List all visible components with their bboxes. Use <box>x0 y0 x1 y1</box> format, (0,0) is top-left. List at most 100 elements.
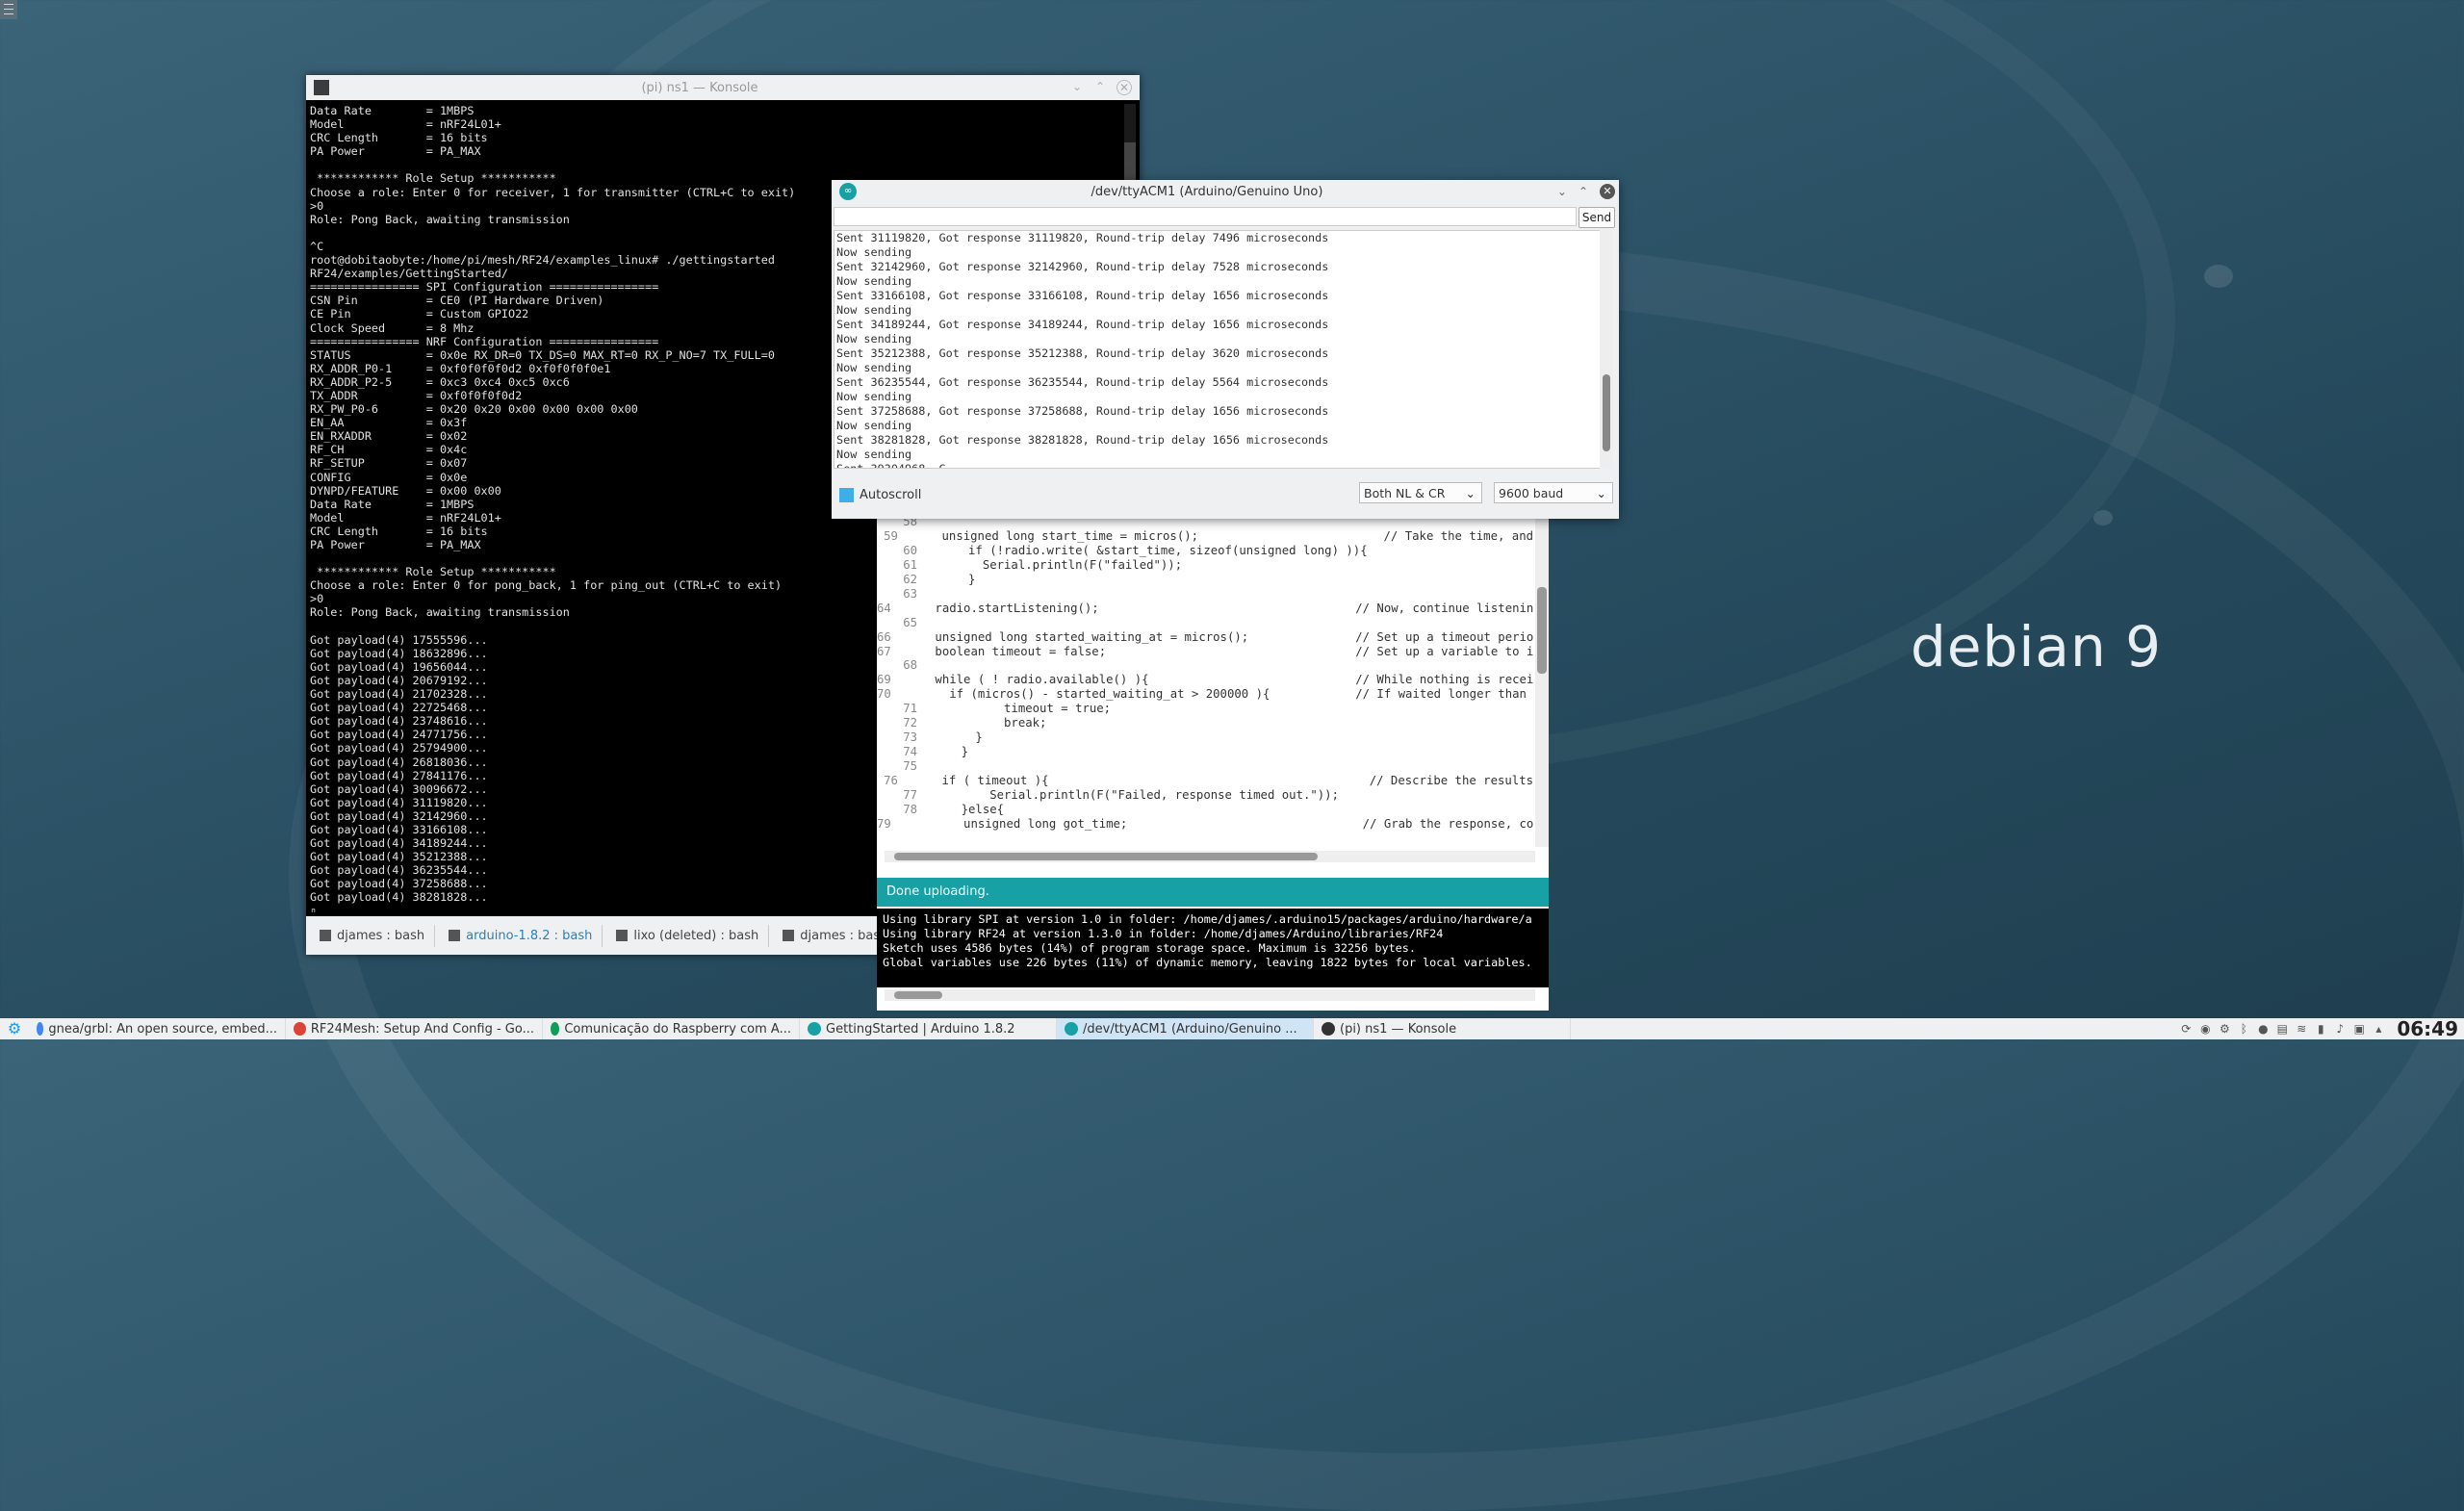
code-text: timeout = true; <box>933 702 1112 716</box>
code-editor[interactable]: 57 Serial.println(F("Now sending"));58 5… <box>877 500 1533 847</box>
code-line: 60 if (!radio.write( &start_time, sizeof… <box>877 544 1533 558</box>
konsole-titlebar[interactable]: (pi) ns1 — Konsole ⌄ ⌃ ✕ <box>306 75 1140 100</box>
taskbar-item-label: gnea/grbl: An open source, embed... <box>48 1021 277 1037</box>
output-line: Sent 36235544, Got response 36235544, Ro… <box>836 375 1329 389</box>
code-line: 77 Serial.println(F("Failed, response ti… <box>877 788 1533 803</box>
output-line: Now sending <box>836 274 912 288</box>
notifications-icon[interactable]: ● <box>2256 1022 2270 1036</box>
output-line: CRC Length = 16 bits <box>310 131 488 145</box>
output-line: Using library RF24 at version 1.3.0 in f… <box>883 927 1444 940</box>
code-line: 63 <box>877 587 1533 602</box>
line-number: 72 <box>903 716 917 730</box>
line-number: 65 <box>903 615 917 629</box>
app-icon <box>808 1022 821 1036</box>
taskbar-item-label: GettingStarted | Arduino 1.8.2 <box>826 1021 1015 1037</box>
settings-icon[interactable]: ⚙ <box>2218 1022 2231 1036</box>
taskbar-window-item[interactable]: gnea/grbl: An open source, embed... <box>29 1018 286 1039</box>
terminal-icon <box>616 930 629 941</box>
serial-send-input[interactable] <box>834 207 1577 226</box>
serial-output[interactable]: Sent 31119820, Got response 31119820, Ro… <box>834 230 1604 469</box>
wifi-icon[interactable]: ≋ <box>2295 1022 2308 1036</box>
chevron-down-icon: ⌄ <box>1465 486 1476 500</box>
output-line: Sent 37258688, Got response 37258688, Ro… <box>836 404 1329 418</box>
battery-icon[interactable]: ▮ <box>2314 1022 2327 1036</box>
line-number: 60 <box>903 543 917 557</box>
code-line: 65 <box>877 616 1533 630</box>
minimize-icon[interactable]: ⌄ <box>1557 185 1567 198</box>
autoscroll-checkbox[interactable] <box>839 488 854 502</box>
output-line: Sent 34189244, Got response 34189244, Ro… <box>836 318 1329 331</box>
serial-output-scrollbar[interactable] <box>1600 230 1613 469</box>
taskbar-window-item[interactable]: RF24Mesh: Setup And Config - Go... <box>286 1018 543 1039</box>
code-text: Serial.println(F("failed")); <box>933 557 1183 572</box>
code-line: 70 if (micros() - started_waiting_at > 2… <box>877 687 1533 702</box>
code-text: if ( timeout ){ // Describe the results <box>912 774 1533 788</box>
build-console[interactable]: Using library SPI at version 1.0 in fold… <box>877 909 1549 987</box>
console-horizontal-scrollbar[interactable] <box>885 989 1535 1001</box>
line-number: 64 <box>877 601 891 615</box>
code-line: 64 radio.startListening(); // Now, conti… <box>877 602 1533 616</box>
konsole-tab-label: djames : bash <box>800 928 888 943</box>
expand-tray-icon[interactable]: ▴ <box>2372 1022 2385 1036</box>
code-text: } <box>933 572 976 586</box>
desktop-menu-button[interactable] <box>0 0 17 19</box>
taskbar-window-item[interactable]: (pi) ns1 — Konsole <box>1314 1018 1571 1039</box>
wallpaper-dot <box>2093 510 2113 525</box>
code-line: 66 unsigned long started_waiting_at = mi… <box>877 630 1533 645</box>
close-icon[interactable]: ✕ <box>1116 80 1132 95</box>
baud-rate-select[interactable]: 9600 baud ⌄ <box>1494 482 1613 503</box>
line-number: 66 <box>877 629 891 644</box>
bluetooth-icon[interactable]: ᛒ <box>2237 1022 2250 1036</box>
code-line: 59 unsigned long start_time = micros(); … <box>877 529 1533 544</box>
devices-icon[interactable]: ▣ <box>2352 1022 2366 1036</box>
konsole-tab[interactable]: lixo (deleted) : bash <box>606 924 770 947</box>
editor-vertical-scrollbar[interactable] <box>1535 500 1549 847</box>
code-text: unsigned long got_time; // Grab the resp… <box>906 816 1533 831</box>
output-line: Global variables use 226 bytes (11%) of … <box>883 956 1532 969</box>
code-line: 62 } <box>877 573 1533 587</box>
chrome-icon[interactable]: ◉ <box>2198 1022 2212 1036</box>
serial-monitor-title: /dev/ttyACM1 (Arduino/Genuino Uno) <box>1091 184 1323 199</box>
taskbar-window-item[interactable]: GettingStarted | Arduino 1.8.2 <box>800 1018 1057 1039</box>
output-line: Now sending <box>836 245 912 259</box>
konsole-tab[interactable]: arduino-1.8.2 : bash <box>439 924 603 947</box>
code-line: 73 } <box>877 730 1533 745</box>
editor-horizontal-scrollbar[interactable] <box>885 851 1535 862</box>
konsole-tab-label: djames : bash <box>337 928 425 943</box>
output-line: Sent 32142960, Got response 32142960, Ro… <box>836 260 1329 273</box>
application-launcher-icon[interactable]: ⚙ <box>6 1020 23 1037</box>
output-line: Data Rate = 1MBPS <box>310 104 475 117</box>
line-number: 61 <box>903 557 917 572</box>
clipboard-icon[interactable]: ▤ <box>2275 1022 2289 1036</box>
close-icon[interactable]: ✕ <box>1600 184 1615 199</box>
minimize-icon[interactable]: ⌄ <box>1070 80 1084 93</box>
line-number: 68 <box>903 658 917 673</box>
code-line: 78 }else{ <box>877 803 1533 817</box>
output-line: Now sending <box>836 332 912 346</box>
code-text: radio.startListening(); // Now, continue… <box>906 601 1533 615</box>
terminal-icon <box>320 930 331 941</box>
maximize-icon[interactable]: ⌃ <box>1578 185 1588 198</box>
line-number: 63 <box>903 586 917 601</box>
maximize-icon[interactable]: ⌃ <box>1093 80 1107 93</box>
line-number: 67 <box>877 644 891 658</box>
volume-icon[interactable]: ♪ <box>2333 1022 2347 1036</box>
line-ending-value: Both NL & CR <box>1364 486 1446 500</box>
send-button[interactable]: Send <box>1578 207 1615 228</box>
serial-monitor-titlebar[interactable]: ∞ /dev/ttyACM1 (Arduino/Genuino Uno) ⌄ ⌃… <box>832 180 1619 203</box>
line-number: 76 <box>884 774 898 788</box>
output-line: Now sending <box>836 448 912 461</box>
line-number: 71 <box>903 702 917 716</box>
desktop-brand: debian 9 <box>1911 614 2163 679</box>
konsole-tab[interactable]: djames : bash <box>310 924 436 947</box>
code-line: 71 timeout = true; <box>877 702 1533 716</box>
code-line: 74 } <box>877 745 1533 759</box>
clock[interactable]: 06:49 <box>2397 1017 2458 1040</box>
line-number: 62 <box>903 572 917 586</box>
autoscroll-toggle[interactable]: Autoscroll <box>839 488 921 502</box>
taskbar-window-item[interactable]: /dev/ttyACM1 (Arduino/Genuino ... <box>1057 1018 1314 1039</box>
taskbar-window-item[interactable]: Comunicação do Raspberry com A... <box>543 1018 800 1039</box>
line-ending-select[interactable]: Both NL & CR ⌄ <box>1359 482 1482 503</box>
update-icon[interactable]: ⟳ <box>2179 1022 2193 1036</box>
